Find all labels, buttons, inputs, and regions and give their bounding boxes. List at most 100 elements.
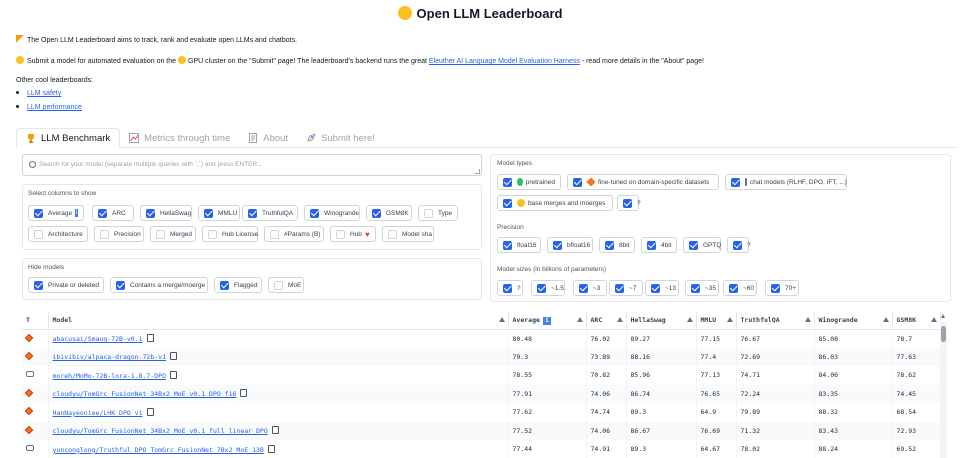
type-toggle-5[interactable]: ? — [617, 195, 641, 211]
eleuther-harness-link[interactable]: Eleuther AI Language Model Evaluation Ha… — [429, 58, 580, 65]
column-header-truthfulqa[interactable]: TruthfulQA — [736, 312, 815, 330]
copy-icon[interactable] — [240, 389, 248, 398]
copy-icon[interactable] — [170, 370, 177, 379]
llm-performance-link[interactable]: LLM performance — [27, 104, 82, 111]
column-header-t[interactable]: T — [22, 312, 49, 330]
checkbox-icon[interactable] — [733, 240, 742, 250]
model-link[interactable]: cloudyu/TomGrc_FusionNet_34Bx2_MoE_v0.1_… — [53, 427, 268, 435]
column-toggle-average[interactable]: Average i — [28, 205, 84, 221]
checkbox-icon[interactable] — [573, 177, 582, 187]
column-toggle-winogrande[interactable]: Winogrande — [304, 205, 360, 221]
column-toggle-merged[interactable]: Merged — [150, 226, 196, 242]
scrollbar-thumb[interactable] — [941, 326, 946, 342]
type-toggle-4[interactable]: base merges and moerges — [497, 195, 613, 211]
sort-arrow-icon[interactable] — [726, 317, 733, 322]
size-toggle-2[interactable]: ~1.5 — [531, 280, 565, 296]
column-toggle-mmlu[interactable]: MMLU — [198, 205, 240, 221]
checkbox-icon[interactable] — [310, 208, 319, 218]
checkbox-icon[interactable] — [146, 208, 155, 218]
sort-arrow-icon[interactable] — [882, 317, 889, 322]
precision-toggle-1[interactable]: float16 — [497, 237, 541, 253]
column-header-mmlu[interactable]: MMLU — [696, 312, 737, 330]
precision-toggle-6[interactable]: ? — [727, 237, 751, 253]
checkbox-icon[interactable] — [729, 283, 738, 293]
checkbox-icon[interactable] — [691, 283, 700, 293]
sort-arrow-icon[interactable] — [576, 317, 583, 322]
size-toggle-7[interactable]: ~60 — [723, 280, 757, 296]
checkbox-icon[interactable] — [204, 208, 213, 218]
column-toggle-hub[interactable]: Hub ♥ — [330, 226, 376, 242]
tab-submit-here[interactable]: Submit here! — [297, 128, 384, 148]
model-link[interactable]: cloudyu/TomGrc_FusionNet_34Bx2_MoE_v0.1_… — [53, 390, 237, 398]
size-toggle-3[interactable]: ~3 — [573, 280, 607, 296]
resize-handle-icon[interactable] — [475, 169, 480, 174]
column-header-hellaswag[interactable]: HellaSwag — [626, 312, 697, 330]
scroll-up-icon[interactable] — [941, 314, 945, 318]
checkbox-icon[interactable] — [553, 240, 562, 250]
sort-arrow-icon[interactable] — [686, 317, 693, 322]
model-search-input[interactable]: Search for your model (separate multiple… — [22, 154, 482, 176]
checkbox-icon[interactable] — [248, 208, 257, 218]
size-toggle-5[interactable]: ~13 — [645, 280, 679, 296]
copy-icon[interactable] — [267, 444, 275, 453]
checkbox-icon[interactable] — [503, 240, 512, 250]
checkbox-icon[interactable] — [503, 177, 512, 187]
column-toggle--params-b-[interactable]: #Params (B) — [264, 226, 324, 242]
column-toggle-type[interactable]: Type — [418, 205, 458, 221]
checkbox-icon[interactable] — [537, 283, 546, 293]
column-header-winogrande[interactable]: Winogrande — [814, 312, 893, 330]
checkbox-icon[interactable] — [503, 283, 512, 293]
sort-arrow-icon[interactable] — [616, 317, 623, 322]
size-toggle-4[interactable]: ~7 — [609, 280, 643, 296]
checkbox-icon[interactable] — [388, 229, 397, 239]
checkbox-icon[interactable] — [34, 280, 43, 290]
column-header-gsm8k[interactable]: GSM8K — [892, 312, 941, 330]
checkbox-icon[interactable] — [605, 240, 614, 250]
column-toggle-model-sha[interactable]: Model sha — [382, 226, 434, 242]
checkbox-icon[interactable] — [615, 283, 624, 293]
type-toggle-3[interactable]: chat models (RLHF, DPO, IFT, ...) — [725, 174, 847, 190]
column-toggle-hub-license[interactable]: Hub License — [202, 226, 258, 242]
checkbox-icon[interactable] — [651, 283, 660, 293]
model-link[interactable]: HanNayeoniee/LHK_DPO_v1 — [53, 409, 143, 417]
column-header-average[interactable]: Average i — [508, 312, 587, 330]
hide-toggle-flagged[interactable]: Flagged — [214, 277, 262, 293]
model-link[interactable]: moreh/MoMo-72B-lora-1.8.7-DPO — [53, 372, 167, 380]
checkbox-icon[interactable] — [731, 177, 740, 187]
sort-arrow-icon[interactable] — [804, 317, 811, 322]
precision-toggle-2[interactable]: bfloat16 — [547, 237, 593, 253]
checkbox-icon[interactable] — [208, 229, 217, 239]
checkbox-icon[interactable] — [336, 229, 345, 239]
checkbox-icon[interactable] — [579, 283, 588, 293]
model-link[interactable]: yunconglong/Truthful_DPO_TomGrc_FusionNe… — [53, 446, 264, 454]
model-link[interactable]: abacusai/Smaug-72B-v0.1 — [53, 335, 143, 343]
checkbox-icon[interactable] — [34, 208, 43, 218]
sort-arrow-icon[interactable] — [498, 317, 505, 322]
column-toggle-architecture[interactable]: Architecture — [28, 226, 88, 242]
column-toggle-precision[interactable]: Precision — [94, 226, 144, 242]
checkbox-icon[interactable] — [424, 208, 433, 218]
column-toggle-hellaswag[interactable]: HellaSwag — [140, 205, 192, 221]
model-link[interactable]: ibivibiv/alpaca-dragon-72b-v1 — [53, 353, 167, 361]
type-toggle-2[interactable]: fine-tuned on domain-specific datasets — [567, 174, 719, 190]
size-toggle-6[interactable]: ~35 — [685, 280, 719, 296]
checkbox-icon[interactable] — [647, 240, 656, 250]
checkbox-icon[interactable] — [503, 198, 512, 208]
checkbox-icon[interactable] — [689, 240, 698, 250]
checkbox-icon[interactable] — [100, 229, 109, 239]
precision-toggle-5[interactable]: GPTQ — [683, 237, 721, 253]
checkbox-icon[interactable] — [220, 280, 229, 290]
tab-metrics-through-time[interactable]: Metrics through time — [120, 128, 239, 148]
tab-about[interactable]: About — [239, 128, 297, 148]
table-scrollbar[interactable] — [940, 314, 947, 458]
column-toggle-gsm8k[interactable]: GSM8K — [366, 205, 412, 221]
checkbox-icon[interactable] — [156, 229, 165, 239]
tab-llm-benchmark[interactable]: LLM Benchmark — [16, 128, 121, 148]
llm-safety-link[interactable]: LLM safety — [27, 90, 61, 97]
checkbox-icon[interactable] — [771, 283, 780, 293]
checkbox-icon[interactable] — [34, 229, 43, 239]
column-header-arc[interactable]: ARC — [586, 312, 627, 330]
checkbox-icon[interactable] — [270, 229, 279, 239]
hide-toggle-contains-a-merge-moerge[interactable]: Contains a merge/moerge — [110, 277, 208, 293]
precision-toggle-3[interactable]: 8bit — [599, 237, 635, 253]
